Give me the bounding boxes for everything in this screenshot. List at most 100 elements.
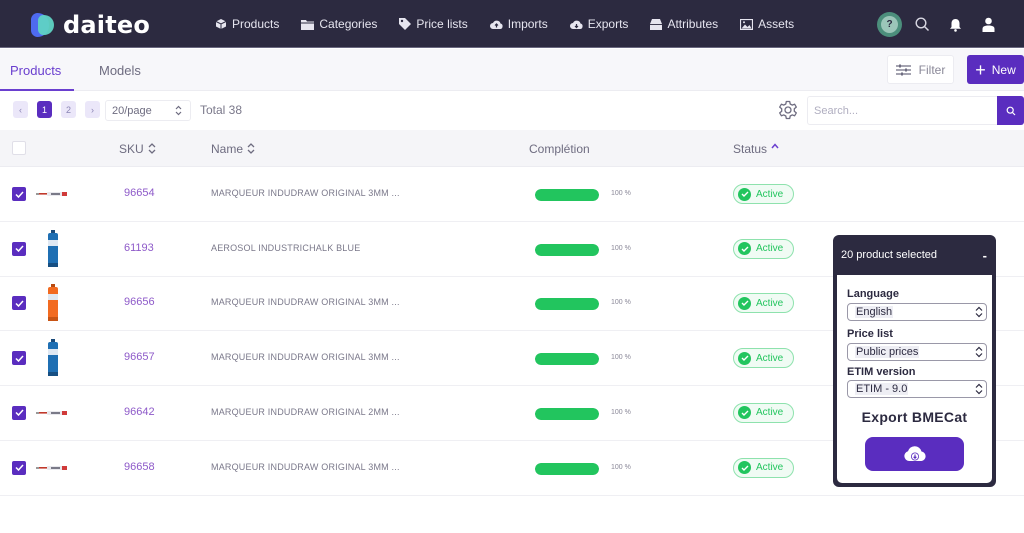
new-label: New <box>991 62 1016 77</box>
page-1-button[interactable]: 1 <box>37 101 52 118</box>
nav-item-assets[interactable]: Assets <box>740 17 794 31</box>
completion-progress-bar <box>535 243 599 256</box>
row-checkbox[interactable] <box>12 405 26 420</box>
tab-products[interactable]: Products <box>10 49 61 91</box>
user-icon[interactable] <box>980 17 996 33</box>
completion-progress-bar <box>535 189 599 201</box>
search-icon[interactable] <box>914 17 930 33</box>
column-header-sku[interactable]: SKU <box>119 130 156 167</box>
check-circle-icon <box>738 461 751 474</box>
prev-page-button[interactable]: ‹ <box>13 101 28 118</box>
sort-icon <box>247 143 255 154</box>
search-button[interactable] <box>997 96 1024 125</box>
price-list-value: Public prices <box>855 346 920 358</box>
column-header-status[interactable]: Status <box>733 130 779 167</box>
nav-item-products[interactable]: Products <box>215 17 279 31</box>
page-size-select[interactable]: 20/page <box>105 100 191 121</box>
nav-label: Categories <box>319 17 378 31</box>
sku-link[interactable]: 61193 <box>124 242 154 254</box>
table-header: SKU Name Complétion Status <box>0 130 1024 167</box>
language-label: Language <box>847 288 899 300</box>
tab-models[interactable]: Models <box>99 49 141 91</box>
column-label: SKU <box>119 141 144 156</box>
brand-logo[interactable]: daiteo <box>31 11 150 39</box>
row-checkbox[interactable] <box>12 187 26 201</box>
completion-percent: 100 % <box>611 408 631 416</box>
sku-link[interactable]: 96654 <box>124 187 155 199</box>
page-2-button[interactable]: 2 <box>61 101 76 118</box>
sku-link[interactable]: 96656 <box>124 296 155 308</box>
table-row[interactable]: 96654 MARQUEUR INDUDRAW ORIGINAL 3MM ...… <box>0 167 1024 222</box>
image-icon <box>740 18 754 30</box>
checkmark-icon <box>14 300 24 307</box>
new-button[interactable]: + New <box>967 55 1024 84</box>
updown-chevron-icon <box>975 383 983 395</box>
pagination: ‹ 1 2 › <box>13 101 109 118</box>
status-badge: Active <box>733 293 794 314</box>
product-name: MARQUEUR INDUDRAW ORIGINAL 3MM ... <box>211 188 400 198</box>
next-page-button[interactable]: › <box>85 101 100 118</box>
language-select[interactable]: English <box>847 303 987 321</box>
product-thumbnail[interactable] <box>34 339 72 377</box>
price-list-label: Price list <box>847 328 893 340</box>
column-label: Name <box>211 141 244 156</box>
etim-version-select[interactable]: ETIM - 9.0 <box>847 380 987 398</box>
product-thumbnail[interactable] <box>34 449 72 487</box>
nav-label: Assets <box>758 17 795 31</box>
row-checkbox[interactable] <box>12 296 26 311</box>
product-thumbnail[interactable] <box>34 175 72 213</box>
completion-percent: 100 % <box>611 244 631 252</box>
export-panel: 20 product selected - Language English P… <box>833 235 996 487</box>
collapse-button[interactable]: - <box>983 248 987 263</box>
help-button[interactable]: ? <box>877 12 902 37</box>
completion-percent: 100 % <box>611 354 631 362</box>
nav-label: Exports <box>587 17 629 31</box>
product-thumbnail[interactable] <box>34 229 72 268</box>
status-badge: Active <box>733 402 794 423</box>
completion-progress-fill <box>535 243 599 256</box>
completion-percent: 100 % <box>611 463 631 471</box>
top-right-icons: ? <box>877 12 996 37</box>
column-header-name[interactable]: Name <box>211 130 255 167</box>
product-thumbnail[interactable] <box>34 394 72 432</box>
completion-progress-bar <box>535 353 599 366</box>
search-icon <box>1006 106 1015 115</box>
settings-gear-icon[interactable] <box>778 100 798 120</box>
nav-item-categories[interactable]: Categories <box>301 17 377 31</box>
check-circle-icon <box>738 351 751 365</box>
export-download-button[interactable] <box>865 437 964 471</box>
tabs-bar: Products Models Filter + New <box>0 49 1024 91</box>
sku-link[interactable]: 96657 <box>124 351 155 363</box>
select-all-checkbox[interactable] <box>12 141 26 155</box>
updown-chevron-icon <box>975 306 983 318</box>
product-name: MARQUEUR INDUDRAW ORIGINAL 3MM ... <box>211 297 400 308</box>
nav-item-exports[interactable]: Exports <box>569 17 629 31</box>
product-thumbnail[interactable] <box>34 284 72 322</box>
status-label: Active <box>756 407 784 419</box>
export-panel-body: Language English Price list Public price… <box>837 275 992 483</box>
language-value: English <box>855 306 894 318</box>
filter-button[interactable]: Filter <box>887 55 954 84</box>
status-badge: Active <box>733 238 794 259</box>
nav-label: Products <box>232 17 280 31</box>
completion-percent: 100 % <box>611 190 631 197</box>
search-input[interactable]: Search... <box>807 96 997 125</box>
row-checkbox[interactable] <box>12 460 26 475</box>
checkmark-icon <box>14 464 24 471</box>
help-icon: ? <box>881 16 898 33</box>
updown-chevron-icon <box>175 105 182 116</box>
status-label: Active <box>756 352 784 364</box>
row-checkbox[interactable] <box>12 241 26 256</box>
nav-label: Imports <box>507 17 548 31</box>
price-list-select[interactable]: Public prices <box>847 343 987 361</box>
active-tab-indicator <box>0 89 74 91</box>
completion-progress-fill <box>535 353 599 366</box>
sku-link[interactable]: 96642 <box>124 406 155 418</box>
row-checkbox[interactable] <box>12 351 26 366</box>
nav-item-attributes[interactable]: Attributes <box>650 17 718 31</box>
bell-icon[interactable] <box>947 17 963 33</box>
sku-link[interactable]: 96658 <box>124 461 155 473</box>
cloud-download-icon <box>569 20 583 29</box>
nav-item-imports[interactable]: Imports <box>489 17 548 31</box>
nav-item-price-lists[interactable]: Price lists <box>399 17 468 31</box>
